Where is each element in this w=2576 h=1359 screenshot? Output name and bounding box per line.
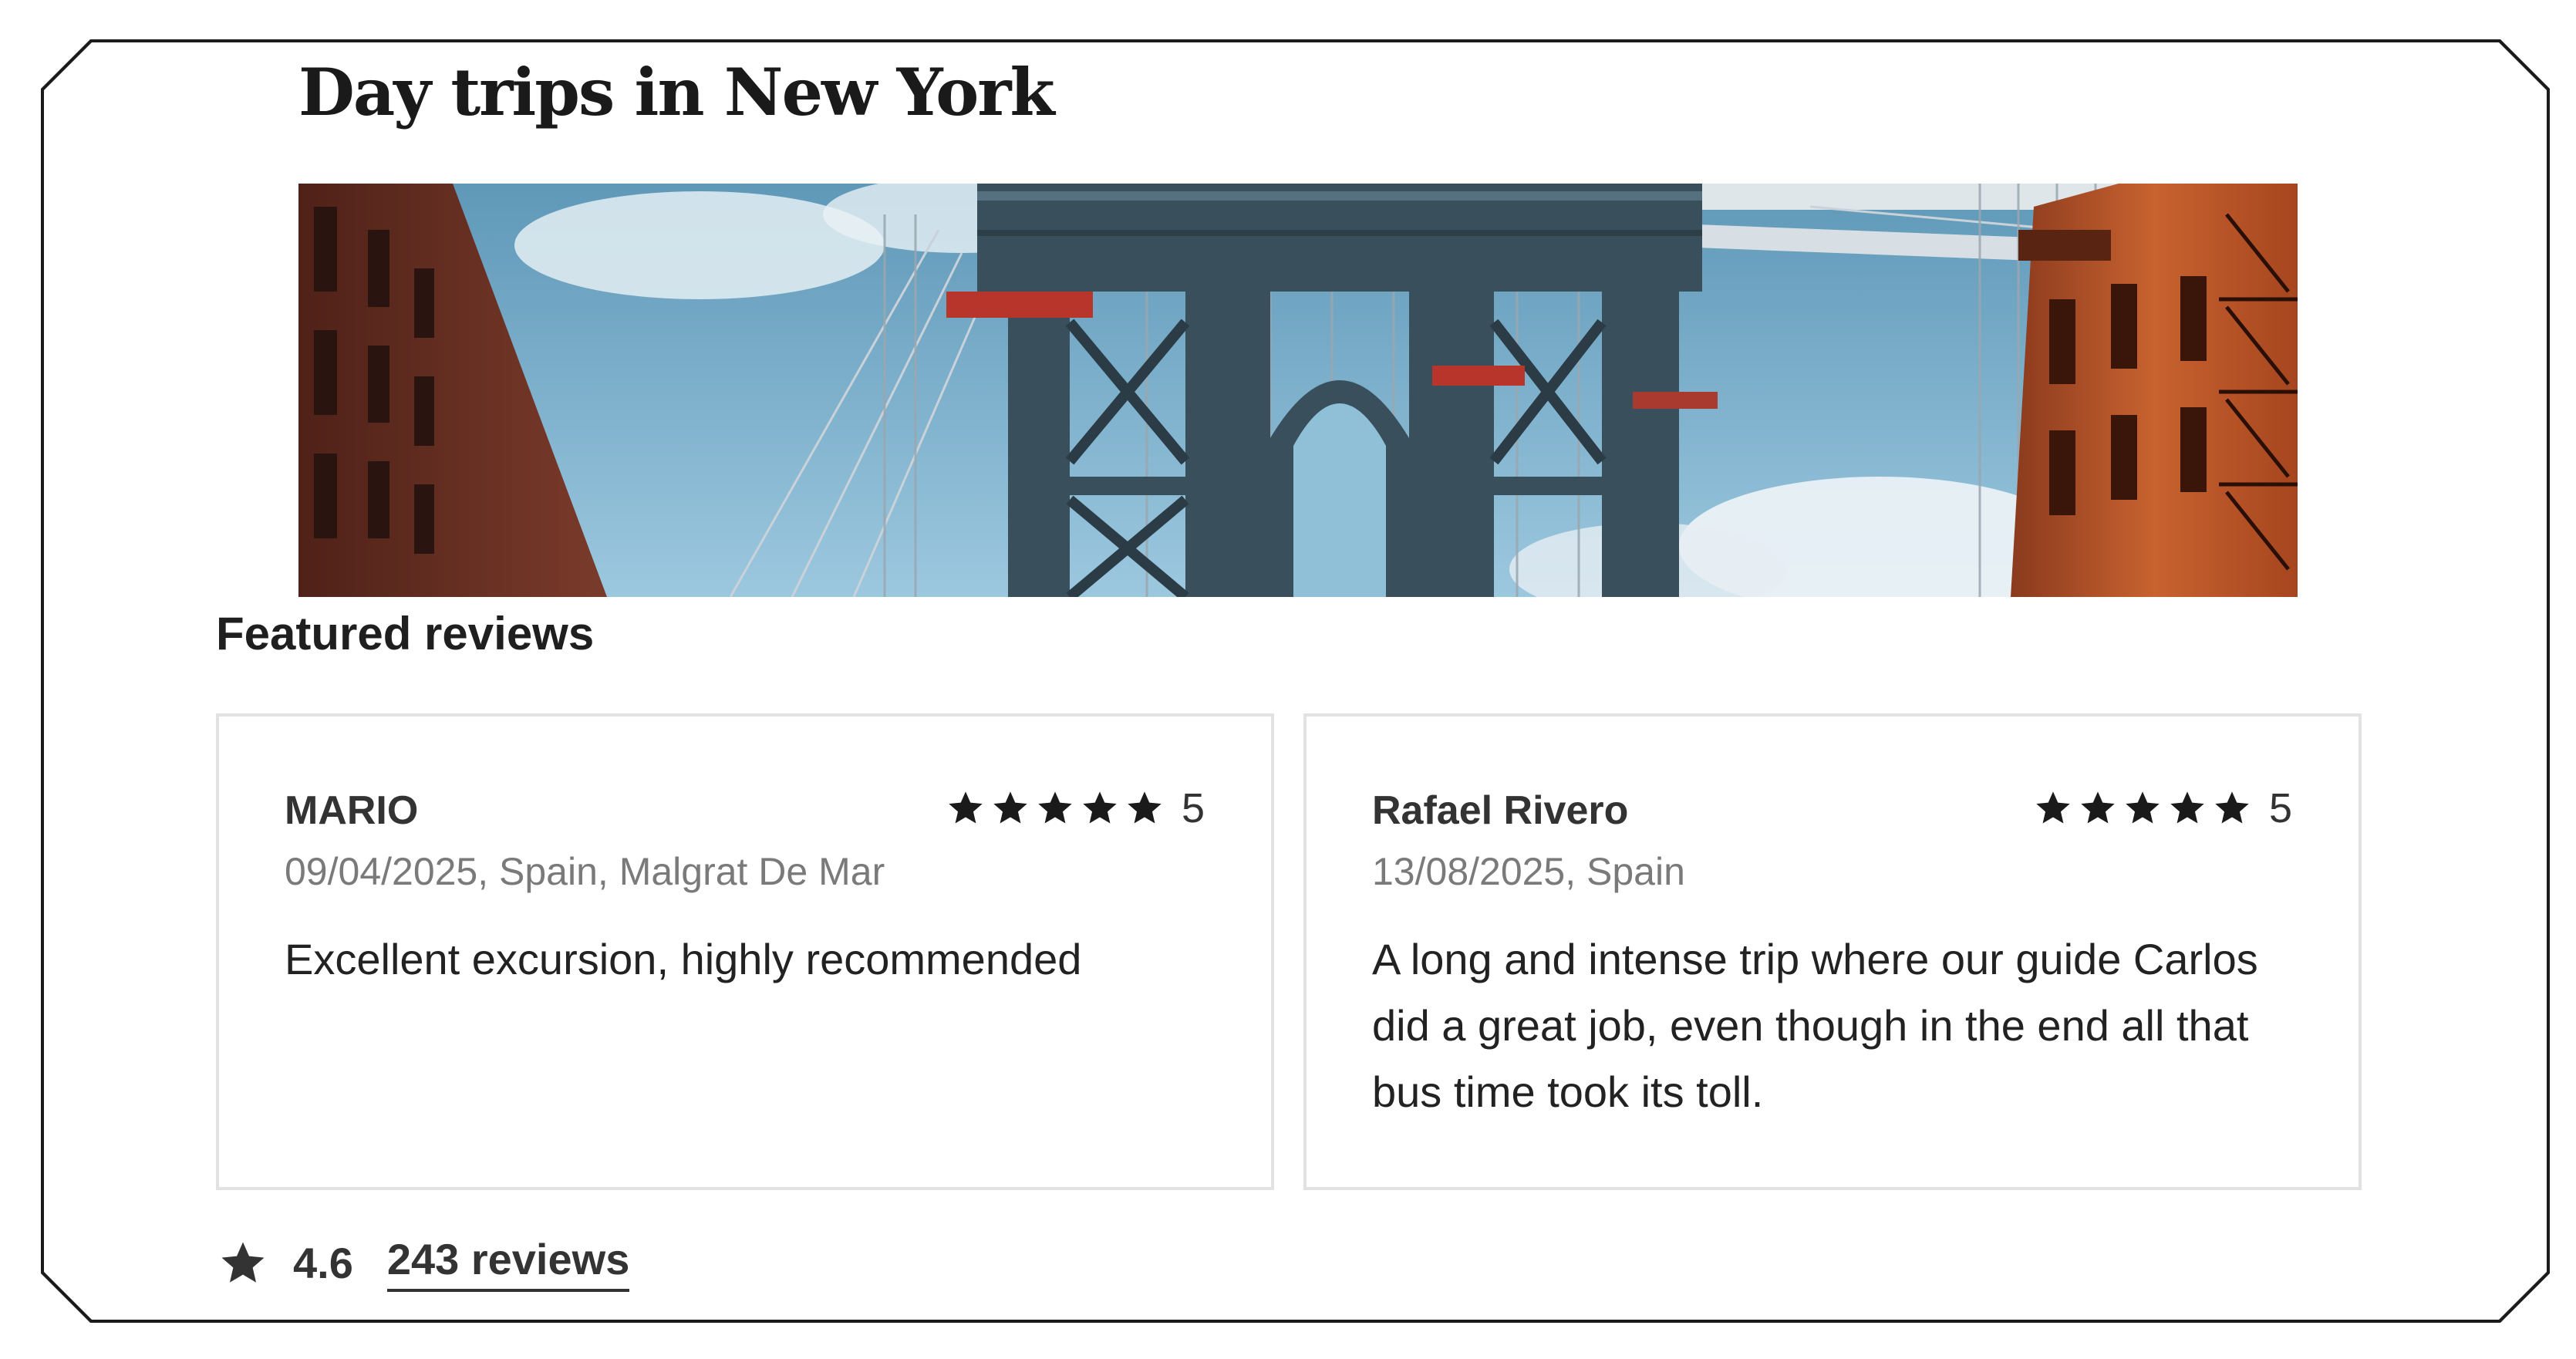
review-meta: 09/04/2025, Spain, Malgrat De Mar (285, 850, 885, 893)
hero-illustration (298, 184, 2298, 597)
hero-image (298, 184, 2298, 597)
featured-reviews-title: Featured reviews (216, 608, 595, 659)
star-icon (2036, 791, 2070, 824)
star-rating (946, 788, 1165, 828)
star-icon (993, 791, 1027, 824)
page-title: Day trips in New York (298, 54, 1055, 130)
rating-summary: 4.6 243 reviews (217, 1234, 630, 1292)
star-icon (949, 791, 983, 824)
star-icon (1128, 791, 1162, 824)
rating-value: 5 (2268, 785, 2292, 831)
review-meta: 13/08/2025, Spain (1372, 850, 1685, 893)
star-icon (1083, 791, 1117, 824)
reviews-count-link[interactable]: 243 reviews (386, 1234, 630, 1292)
review-card: MARIO 5 09/04/2025, Spain, Malgrat De Ma… (216, 713, 1274, 1190)
review-text: Excellent excursion, highly recommended (285, 935, 1082, 983)
reviewer-name: MARIO (285, 788, 419, 833)
reviewer-name: Rafael Rivero (1372, 788, 1629, 833)
star-icon (2126, 791, 2160, 824)
star-icon (2170, 791, 2204, 824)
rating-value: 5 (1181, 785, 1205, 831)
star-rating (2033, 788, 2252, 828)
review-card: Rafael Rivero 5 13/08/2025, Spain A long… (1303, 713, 2362, 1190)
average-rating: 4.6 (293, 1239, 353, 1287)
star-icon (2215, 791, 2249, 824)
review-rating: 5 (2033, 784, 2292, 832)
star-icon (221, 1242, 265, 1283)
review-rating: 5 (946, 784, 1205, 832)
review-text: A long and intense trip where our guide … (1372, 935, 2258, 1116)
star-icon (1038, 791, 1072, 824)
star-icon (2081, 791, 2115, 824)
